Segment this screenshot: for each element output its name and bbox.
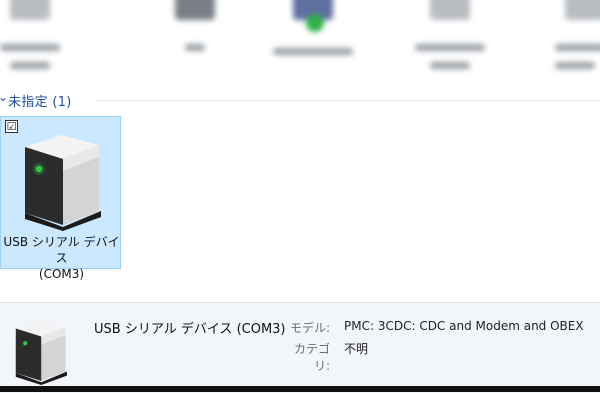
group-header-unspecified[interactable]: ⌄ 未指定 (1)	[0, 90, 600, 110]
blurred-text	[273, 48, 353, 55]
blurred-device-icon	[430, 0, 470, 20]
blurred-text	[430, 62, 470, 69]
details-pane: USB シリアル デバイス (COM3) モデル: PMC: 3CDC: CDC…	[0, 302, 600, 393]
chevron-down-icon[interactable]: ⌄	[0, 90, 8, 104]
blurred-device-row	[0, 0, 600, 92]
blurred-device-icon	[10, 0, 50, 20]
taskbar	[0, 386, 600, 392]
blurred-text	[0, 44, 60, 51]
blurred-device-item[interactable]	[150, 0, 240, 86]
group-label: 未指定 (1)	[8, 95, 72, 110]
blurred-device-icon	[175, 0, 215, 20]
blurred-device-item[interactable]	[268, 0, 358, 86]
blurred-text	[10, 62, 50, 69]
blurred-text	[185, 44, 205, 51]
device-name-line1: USB シリアル デバイス	[3, 235, 120, 265]
blurred-device-icon	[565, 0, 600, 20]
detail-device-title: USB シリアル デバイス (COM3)	[94, 322, 286, 337]
device-label: USB シリアル デバイス (COM3)	[3, 234, 120, 282]
blurred-device-item[interactable]	[0, 0, 75, 86]
blurred-text	[415, 44, 485, 51]
device-name-line2: (COM3)	[38, 267, 85, 281]
detail-model-value: PMC: 3CDC: CDC and Modem and OBEX	[344, 319, 584, 333]
blurred-device-item[interactable]	[405, 0, 495, 86]
blurred-status-icon	[306, 14, 324, 32]
device-checkbox[interactable]: ☑	[5, 120, 18, 133]
blurred-device-item[interactable]	[540, 0, 600, 86]
device-tile-usb-serial[interactable]: ☑ USB シリアル デバイス (COM3)	[0, 116, 121, 281]
detail-category-value: 不明	[344, 342, 369, 356]
detail-category-key: カテゴリ:	[293, 342, 330, 373]
tower-computer-icon	[15, 320, 67, 385]
detail-model-key: モデル:	[289, 321, 330, 335]
blurred-text	[555, 62, 595, 69]
group-divider	[96, 100, 600, 101]
blurred-text	[555, 44, 600, 51]
tower-computer-icon	[25, 135, 101, 231]
